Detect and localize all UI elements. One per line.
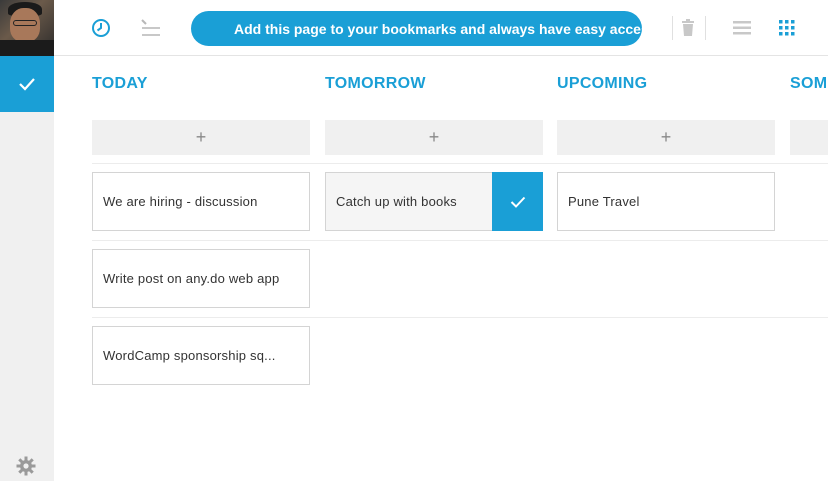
delete-button[interactable] bbox=[676, 16, 700, 40]
add-task-today-button[interactable]: + bbox=[92, 120, 310, 155]
task-card[interactable]: We are hiring - discussion bbox=[92, 172, 310, 231]
task-title: We are hiring - discussion bbox=[103, 194, 258, 209]
row-divider bbox=[92, 240, 828, 241]
row-divider bbox=[92, 163, 828, 164]
check-icon bbox=[19, 78, 35, 91]
list-view-button[interactable] bbox=[730, 16, 754, 40]
list-view-icon bbox=[733, 21, 751, 35]
grid-view-button[interactable] bbox=[775, 16, 799, 40]
check-icon bbox=[510, 196, 525, 208]
add-task-tomorrow-button[interactable]: + bbox=[325, 120, 543, 155]
task-title: Catch up with books bbox=[336, 194, 457, 209]
add-task-someday-button[interactable] bbox=[790, 120, 828, 155]
task-title: Write post on any.do web app bbox=[103, 271, 280, 286]
sidebar bbox=[0, 0, 54, 481]
complete-task-button[interactable] bbox=[492, 172, 543, 231]
column-title-tomorrow: TOMORROW bbox=[325, 75, 426, 92]
sidebar-item-done[interactable] bbox=[0, 56, 54, 112]
avatar[interactable] bbox=[0, 0, 54, 56]
clock-icon bbox=[92, 19, 110, 37]
gear-icon bbox=[16, 456, 36, 476]
sort-icon bbox=[141, 19, 160, 36]
trash-icon bbox=[682, 19, 694, 36]
bookmark-banner: Add this page to your bookmarks and alwa… bbox=[191, 11, 642, 46]
task-card[interactable]: Pune Travel bbox=[557, 172, 775, 231]
divider bbox=[672, 16, 673, 40]
task-card[interactable]: WordCamp sponsorship sq... bbox=[92, 326, 310, 385]
date-view-button[interactable] bbox=[89, 16, 113, 40]
divider bbox=[705, 16, 706, 40]
add-task-upcoming-button[interactable]: + bbox=[557, 120, 775, 155]
task-card[interactable]: Write post on any.do web app bbox=[92, 249, 310, 308]
grid-view-icon bbox=[779, 20, 795, 36]
task-title: Pune Travel bbox=[568, 194, 640, 209]
column-title-upcoming: UPCOMING bbox=[557, 75, 648, 92]
banner-text: Add this page to your bookmarks and alwa… bbox=[234, 20, 642, 37]
sort-button[interactable] bbox=[139, 16, 163, 40]
settings-button[interactable] bbox=[16, 456, 36, 476]
top-bar: Add this page to your bookmarks and alwa… bbox=[54, 0, 828, 56]
task-card[interactable]: Catch up with books bbox=[325, 172, 543, 231]
row-divider bbox=[92, 317, 828, 318]
task-title: WordCamp sponsorship sq... bbox=[103, 348, 276, 363]
column-title-today: TODAY bbox=[92, 75, 148, 92]
column-title-someday: SOM bbox=[790, 75, 828, 92]
